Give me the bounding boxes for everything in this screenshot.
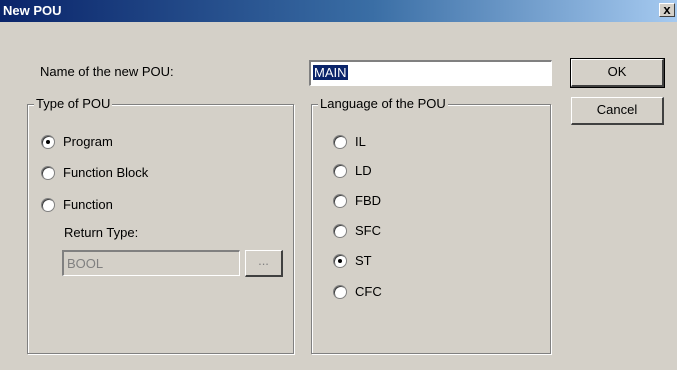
- type-of-pou-legend: Type of POU: [34, 96, 113, 112]
- radio-lang-cfc-label: CFC: [355, 284, 382, 299]
- return-type-browse-button: ...: [245, 250, 283, 277]
- radio-program[interactable]: Program: [41, 134, 113, 149]
- return-type-input: BOOL: [62, 250, 240, 276]
- cancel-button[interactable]: Cancel: [571, 97, 664, 125]
- radio-lang-il[interactable]: IL: [333, 134, 366, 149]
- radio-button-icon: [333, 163, 347, 178]
- radio-button-icon: [333, 193, 347, 208]
- close-button[interactable]: x: [659, 3, 675, 17]
- radio-program-label: Program: [63, 134, 113, 149]
- radio-lang-sfc-label: SFC: [355, 223, 381, 238]
- title-bar: New POU x: [0, 0, 677, 22]
- radio-lang-ld[interactable]: LD: [333, 163, 372, 178]
- radio-function-block-label: Function Block: [63, 165, 149, 180]
- radio-function-label: Function: [63, 197, 113, 212]
- radio-button-icon: [333, 284, 347, 299]
- language-legend: Language of the POU: [318, 96, 448, 112]
- radio-button-icon: [41, 197, 55, 212]
- radio-button-icon: [41, 165, 55, 180]
- pou-name-input[interactable]: MAIN: [309, 60, 552, 86]
- radio-lang-cfc[interactable]: CFC: [333, 284, 382, 299]
- radio-function-block[interactable]: Function Block: [41, 165, 148, 180]
- radio-button-checked-icon: [41, 134, 55, 149]
- radio-lang-fbd[interactable]: FBD: [333, 193, 381, 208]
- radio-lang-sfc[interactable]: SFC: [333, 223, 381, 238]
- radio-button-icon: [333, 223, 347, 238]
- pou-name-value: MAIN: [313, 65, 348, 80]
- radio-lang-fbd-label: FBD: [355, 193, 381, 208]
- radio-lang-st-label: ST: [355, 253, 372, 268]
- ok-button[interactable]: OK: [570, 58, 665, 88]
- radio-lang-ld-label: LD: [355, 163, 372, 178]
- radio-button-icon: [333, 134, 347, 149]
- radio-lang-il-label: IL: [355, 134, 366, 149]
- name-label: Name of the new POU:: [40, 64, 174, 79]
- return-type-label: Return Type:: [64, 225, 139, 240]
- radio-function[interactable]: Function: [41, 197, 113, 212]
- radio-lang-st[interactable]: ST: [333, 253, 372, 268]
- window-title: New POU: [3, 3, 62, 18]
- radio-button-checked-icon: [333, 253, 347, 268]
